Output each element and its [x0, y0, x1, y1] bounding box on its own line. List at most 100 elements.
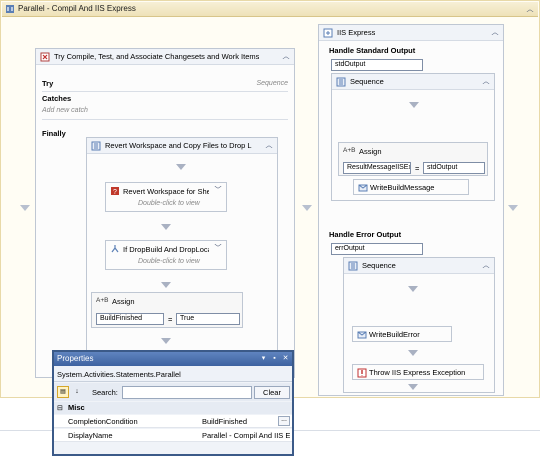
assign-value-field[interactable]: True	[176, 313, 240, 325]
dropdown-icon[interactable]: ▾	[259, 354, 268, 363]
divider	[42, 119, 288, 120]
err-seq-title: Sequence	[362, 261, 396, 270]
write-build-message-activity[interactable]: WriteBuildMessage	[353, 179, 469, 195]
write-build-error-title: WriteBuildError	[369, 330, 420, 339]
properties-search-input[interactable]	[122, 386, 252, 399]
assign-to-field[interactable]: BuildFinished	[96, 313, 164, 325]
write-build-message-title: WriteBuildMessage	[370, 183, 435, 192]
expand-icon[interactable]: ﹀	[213, 186, 223, 196]
assign-value-field[interactable]: stdOutput	[423, 162, 485, 174]
sequence-icon	[336, 77, 346, 87]
if-dropbuild-title: If DropBuild And DropLocatio	[123, 245, 209, 254]
assign-activity[interactable]: A+B Assign ResultMessageIISExp = stdOutp…	[338, 142, 488, 176]
iis-express-header: IIS Express ︿	[319, 25, 503, 41]
drop-arrow	[161, 282, 171, 288]
assign-activity[interactable]: A+B Assign BuildFinished = True	[91, 292, 243, 328]
properties-titlebar[interactable]: Properties ▾ ▪ ✕	[54, 352, 292, 366]
drop-arrow-right	[508, 205, 518, 211]
double-click-hint: Double-click to view	[138, 258, 200, 265]
assign-equals: =	[415, 164, 420, 173]
handle-std-output-heading: Handle Standard Output	[329, 46, 416, 55]
invoke-process-icon	[323, 28, 333, 38]
drop-arrow	[176, 164, 186, 170]
properties-panel[interactable]: Properties ▾ ▪ ✕ System.Activities.State…	[52, 350, 294, 456]
revert-copy-collapse-icon[interactable]: ︿	[264, 141, 274, 151]
std-seq-header: Sequence ︿	[332, 74, 494, 90]
question-icon: ?	[111, 187, 119, 196]
parallel-icon	[6, 5, 14, 13]
search-label: Search:	[92, 388, 118, 397]
iis-express-title: IIS Express	[337, 28, 376, 37]
pin-icon[interactable]: ▪	[270, 354, 279, 363]
drop-arrow	[408, 384, 418, 390]
svg-text:?: ?	[113, 189, 117, 196]
throw-icon	[357, 368, 367, 378]
categorized-icon[interactable]: ▤	[57, 386, 69, 398]
assign-title: Assign	[359, 147, 382, 156]
properties-subject: System.Activities.Statements.Parallel	[54, 366, 292, 382]
assign-equals: =	[168, 315, 173, 324]
revert-shelveset-title: Revert Workspace for Shelves	[123, 187, 209, 196]
parallel-title: Parallel - Compil And IIS Express	[18, 4, 136, 13]
message-icon	[357, 331, 367, 339]
try-sequence-value[interactable]: Sequence	[256, 80, 288, 87]
if-branch-icon	[111, 245, 119, 253]
iis-express-activity[interactable]: IIS Express ︿ Handle Standard Output std…	[318, 24, 504, 396]
drop-arrow	[409, 102, 419, 108]
error-output-variable[interactable]: errOutput	[331, 243, 423, 255]
sequence-icon	[91, 141, 101, 151]
try-catch-activity[interactable]: Try Compile, Test, and Associate Changes…	[35, 48, 295, 378]
property-value[interactable]: BuildFinished	[202, 417, 276, 426]
assign-icon: A+B	[96, 297, 109, 304]
assign-icon: A+B	[343, 147, 356, 154]
message-icon	[358, 184, 368, 192]
expand-icon[interactable]: ﹀	[213, 244, 223, 254]
properties-subject-label: System.Activities.Statements.Parallel	[57, 370, 181, 379]
write-build-error-activity[interactable]: WriteBuildError	[352, 326, 452, 342]
catches-label: Catches	[42, 94, 72, 103]
clear-button[interactable]: Clear	[254, 386, 290, 399]
std-seq-title: Sequence	[350, 77, 384, 86]
drop-arrow	[408, 286, 418, 292]
try-catch-header: Try Compile, Test, and Associate Changes…	[36, 49, 294, 65]
assign-title: Assign	[112, 297, 135, 306]
category-misc[interactable]: ⊟ Misc	[54, 402, 292, 414]
category-label: Misc	[68, 403, 85, 412]
err-seq-header: Sequence ︿	[344, 258, 494, 274]
assign-to-field[interactable]: ResultMessageIISExp	[343, 162, 411, 174]
revert-shelveset-activity[interactable]: ? Revert Workspace for Shelves ﹀ Double-…	[105, 182, 227, 212]
property-name: DisplayName	[68, 431, 113, 440]
collapse-category-icon[interactable]: ⊟	[57, 404, 63, 412]
std-seq-collapse-icon[interactable]: ︿	[481, 77, 491, 87]
add-new-catch-link[interactable]: Add new catch	[42, 107, 88, 114]
std-output-variable[interactable]: stdOutput	[331, 59, 423, 71]
try-catch-title: Try Compile, Test, and Associate Changes…	[54, 52, 260, 61]
drop-arrow	[161, 224, 171, 230]
property-row[interactable]: DisplayName Parallel - Compil And IIS E	[54, 429, 292, 442]
drop-arrow	[408, 350, 418, 356]
drop-arrow	[161, 338, 171, 344]
revert-copy-header: Revert Workspace and Copy Files to Drop …	[87, 138, 277, 154]
try-collapse-icon[interactable]: ︿	[281, 52, 291, 62]
error-output-sequence[interactable]: Sequence ︿ WriteBuildError Throw IIS Exp…	[343, 257, 495, 393]
drop-arrow-middle	[302, 205, 312, 211]
iis-collapse-icon[interactable]: ︿	[490, 28, 500, 38]
throw-exception-title: Throw IIS Express Exception	[369, 368, 466, 377]
throw-exception-activity[interactable]: Throw IIS Express Exception	[352, 364, 484, 380]
handle-error-output-heading: Handle Error Output	[329, 230, 402, 239]
double-click-hint: Double-click to view	[138, 200, 200, 207]
parallel-collapse-icon[interactable]: ︿	[525, 5, 535, 15]
properties-toolbar: ▤ ↓ Search: Clear	[54, 383, 292, 401]
if-dropbuild-activity[interactable]: If DropBuild And DropLocatio ﹀ Double-cl…	[105, 240, 227, 270]
alphabetical-sort-icon[interactable]: ↓	[71, 386, 83, 398]
property-name: CompletionCondition	[68, 417, 138, 426]
ellipsis-button[interactable]: ...	[278, 416, 290, 426]
property-row[interactable]: CompletionCondition BuildFinished ...	[54, 415, 292, 428]
close-icon[interactable]: ✕	[281, 354, 290, 363]
parallel-header[interactable]: Parallel - Compil And IIS Express ︿	[2, 2, 538, 17]
drop-arrow-left	[20, 205, 30, 211]
revert-copy-sequence[interactable]: Revert Workspace and Copy Files to Drop …	[86, 137, 278, 377]
try-label: Try	[42, 79, 54, 88]
property-value[interactable]: Parallel - Compil And IIS E	[202, 431, 290, 440]
err-seq-collapse-icon[interactable]: ︿	[481, 261, 491, 271]
